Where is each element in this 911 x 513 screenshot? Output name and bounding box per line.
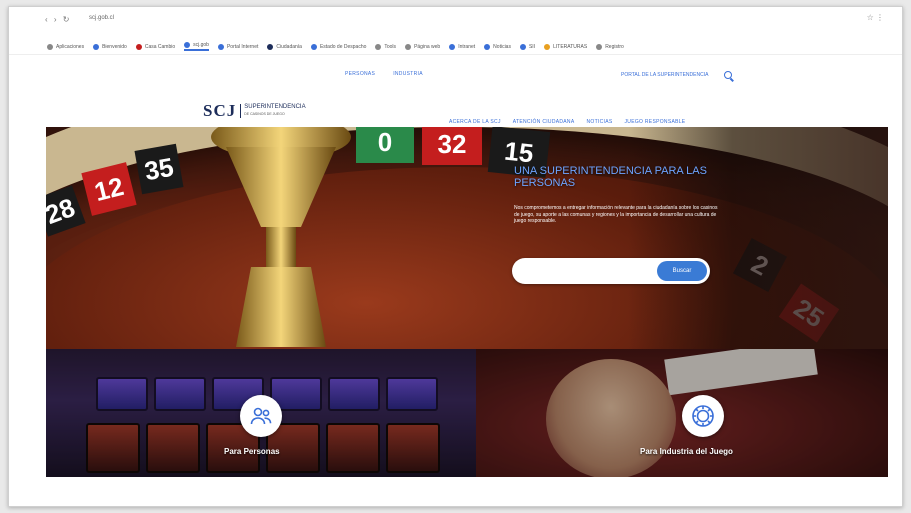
bookmark-item[interactable]: Portal Internet [217,43,259,50]
browser-nav-buttons[interactable]: ‹ › ↻ [45,15,71,24]
bookmark-label: Intranet [458,43,476,50]
address-bar: ‹ › ↻ scj.gob.cl ☆ ⋮ [9,7,902,39]
bookmark-item[interactable]: Aplicaciones [47,43,85,50]
bookmark-item[interactable]: LITERATURAS [544,43,588,50]
site-logo[interactable]: SCJ SUPERINTENDENCIA DE CASINOS DE JUEGO [203,101,306,121]
top-navigation: PERSONAS INDUSTRIA [345,71,423,77]
topnav-item-industria[interactable]: INDUSTRIA [393,71,423,77]
roulette-pocket: 0 [356,127,414,163]
main-navigation: ACERCA DE LA SCJ ATENCIÓN CIUDADANA NOTICI… [449,119,685,125]
hero-banner: 28 12 35 0 32 15 2 25 UNA SUPERINTENDENC… [46,127,888,349]
mainnav-item[interactable]: NOTICIAS [586,119,612,125]
url-field[interactable]: scj.gob.cl [89,15,114,21]
site-header: PERSONAS INDUSTRIA PORTAL DE LA SUPERINTE… [9,55,902,127]
bookmark-label: Portal Internet [226,43,259,50]
roulette-turret-image [211,127,351,347]
logo-text: SUPERINTENDENCIA DE CASINOS DE JUEGO [240,104,306,118]
search-input[interactable] [522,264,652,278]
bookmark-label: Bienvenido [102,43,127,50]
bookmark-favicon-icon [375,43,382,50]
bookmark-item[interactable]: scj.gob [184,42,209,51]
bookmark-favicon-icon [484,43,491,50]
mainnav-item[interactable]: ATENCIÓN CIUDADANA [513,119,575,125]
bookmark-favicon-icon [184,42,191,48]
bookmark-item[interactable]: Bienvenido [93,43,127,50]
bookmark-label: Noticias [493,43,511,50]
roulette-pocket: 35 [134,143,184,195]
bookmark-favicon-icon [405,43,412,50]
casino-chip-icon[interactable] [682,395,724,437]
bookmark-favicon-icon [449,43,456,50]
hero-title: UNA SUPERINTENDENCIA PARA LAS PERSONAS [514,165,707,189]
bookmark-favicon-icon [267,43,274,50]
portal-link[interactable]: PORTAL DE LA SUPERINTENDENCIA [621,72,708,78]
bookmark-label: LITERATURAS [553,43,588,50]
bookmark-favicon-icon [217,43,224,50]
card-personas[interactable]: Para Personas [46,349,476,477]
bookmark-item[interactable]: SII [519,43,536,50]
mainnav-item[interactable]: ACERCA DE LA SCJ [449,119,501,125]
roulette-pocket: 32 [422,127,482,165]
bookmark-label: Aplicaciones [56,43,85,50]
logo-title: SUPERINTENDENCIA [244,104,306,110]
bookmark-label: Registro [605,43,624,50]
browser-menu-icon[interactable]: ☆ ⋮ [867,13,884,22]
bookmark-item[interactable]: Noticias [484,43,511,50]
card-industria-label[interactable]: Para Industria del Juego [640,447,733,456]
topnav-item-personas[interactable]: PERSONAS [345,71,375,77]
bookmark-favicon-icon [519,43,526,50]
mainnav-item[interactable]: JUEGO RESPONSABLE [624,119,685,125]
bookmark-label: scj.gob [193,42,209,48]
bookmark-label: Tools [384,43,397,50]
bookmark-label: SII [528,43,536,50]
card-industria[interactable]: Para Industria del Juego [476,349,888,477]
bookmark-label: Casa Cambio [144,43,176,50]
browser-window: ‹ › ↻ scj.gob.cl ☆ ⋮ Aplicaciones Bienven… [8,6,903,507]
bookmark-item[interactable]: Tools [375,43,397,50]
bookmark-item[interactable]: Estado de Despacho [310,43,367,50]
bookmark-item[interactable]: Ciudadanía [267,43,302,50]
logo-mark: SCJ [203,101,237,120]
card-personas-label[interactable]: Para Personas [224,447,280,456]
bookmark-favicon-icon [135,43,142,50]
top-navigation-right: PORTAL DE LA SUPERINTENDENCIA [621,71,733,79]
bookmarks-bar: Aplicaciones Bienvenido Casa Cambio scj.gob… [9,39,902,55]
bookmark-label: Estado de Despacho [319,43,367,50]
bookmark-label: Página web [414,43,441,50]
bookmark-label: Ciudadanía [276,43,302,50]
hero-search-box: Buscar [512,258,710,284]
bookmark-favicon-icon [544,43,551,50]
bookmark-item[interactable]: Página web [405,43,441,50]
bookmark-item[interactable]: Registro [596,43,624,50]
bookmark-favicon-icon [310,43,317,50]
people-icon[interactable] [240,395,282,437]
logo-subtitle: DE CASINOS DE JUEGO [244,112,285,116]
hero-description: Nos comprometemos a entregar información… [514,205,718,224]
bookmark-favicon-icon [93,43,100,50]
page-bottom [9,477,902,506]
bookmark-favicon-icon [596,43,603,50]
bookmark-item[interactable]: Casa Cambio [135,43,176,50]
bookmark-item[interactable]: Intranet [449,43,476,50]
bookmark-favicon-icon [47,43,53,50]
search-button[interactable]: Buscar [657,261,707,281]
hero-overlay [628,127,888,349]
search-icon[interactable] [724,71,733,79]
